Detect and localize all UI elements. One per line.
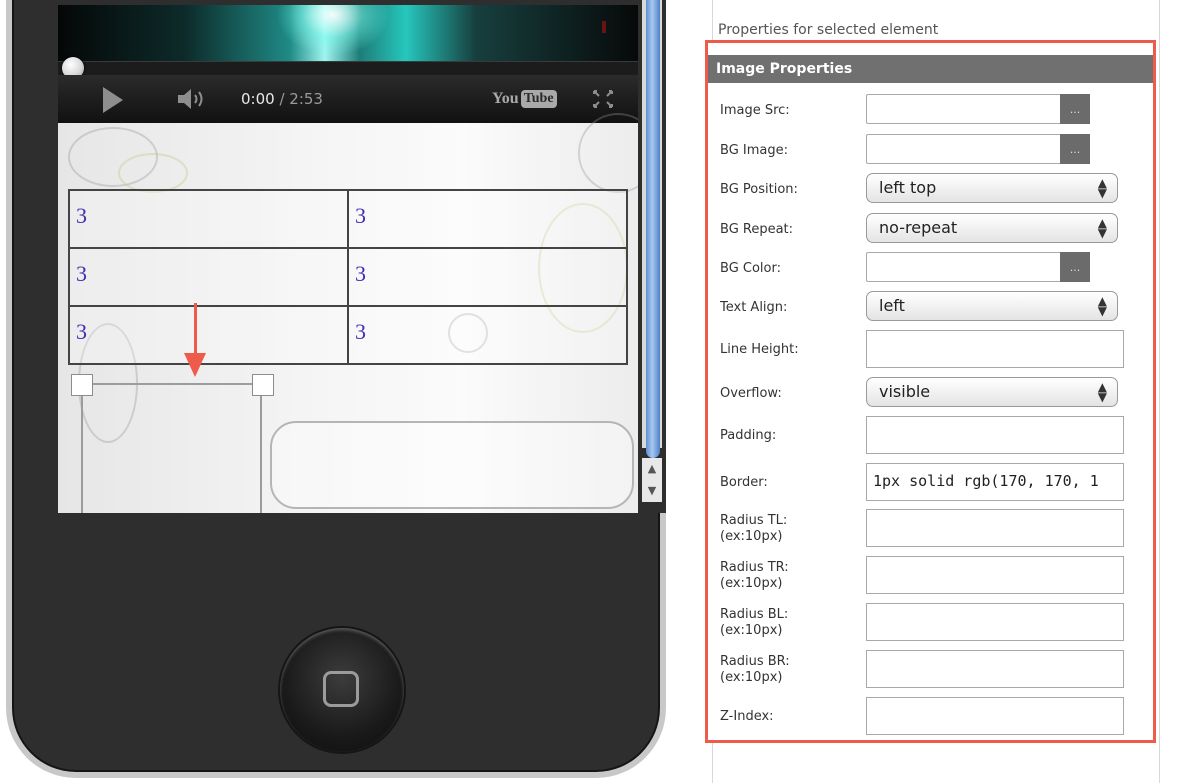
- content-table[interactable]: 3 3 3 3 3 3: [68, 189, 628, 365]
- radius-tr-input[interactable]: [866, 556, 1124, 594]
- prop-label: Radius BR: (ex:10px): [720, 654, 790, 686]
- resize-handle-top-right[interactable]: [252, 374, 274, 396]
- image-src-browse-button[interactable]: ...: [1060, 94, 1090, 124]
- table-cell[interactable]: 3: [347, 247, 628, 307]
- bg-image-input[interactable]: ...: [866, 134, 1090, 164]
- prop-label: Overflow:: [720, 386, 782, 401]
- down-arrow-icon: [194, 303, 197, 359]
- select-updown-icon: ▲ ▼: [1097, 176, 1107, 200]
- prop-label-hint: (ex:10px): [720, 670, 783, 685]
- prop-label-text: Radius BR:: [720, 654, 790, 669]
- table-row: 3 3: [68, 305, 628, 365]
- video-player[interactable]: 0:00 / 2:53 You Tube: [58, 5, 638, 123]
- bg-color-browse-button[interactable]: ...: [1060, 252, 1090, 282]
- prop-label: BG Color:: [720, 261, 781, 276]
- prop-label: Padding:: [720, 428, 777, 443]
- text-align-select[interactable]: left ▲ ▼: [866, 291, 1118, 321]
- down-arrow-head-icon: [184, 353, 206, 377]
- play-icon[interactable]: [103, 87, 123, 113]
- video-controls: 0:00 / 2:53 You Tube: [58, 75, 638, 123]
- image-src-input[interactable]: ...: [866, 94, 1090, 124]
- prop-label: BG Repeat:: [720, 222, 794, 237]
- border-input[interactable]: 1px solid rgb(170, 170, 1: [866, 463, 1124, 501]
- decor-swirl: [118, 153, 188, 193]
- video-time: 0:00 / 2:53: [241, 90, 323, 108]
- video-time-current: 0:00: [241, 90, 275, 108]
- prop-label: Z-Index:: [720, 709, 774, 724]
- prop-label: BG Image:: [720, 143, 788, 158]
- editor-stage: 0:00 / 2:53 You Tube 3 3 3 3 3 3 ▲ ▼ Pro…: [0, 0, 1182, 783]
- volume-icon[interactable]: [176, 87, 210, 111]
- video-scrub-bar[interactable]: [58, 57, 638, 79]
- youtube-logo-tube: Tube: [520, 90, 557, 108]
- page-canvas[interactable]: 3 3 3 3 3 3: [58, 113, 638, 513]
- radius-tl-input[interactable]: [866, 509, 1124, 547]
- bg-image-browse-button[interactable]: ...: [1060, 134, 1090, 164]
- prop-label-hint: (ex:10px): [720, 623, 783, 638]
- prop-label-hint: (ex:10px): [720, 529, 783, 544]
- prop-label: BG Position:: [720, 182, 798, 197]
- text-align-value: left: [879, 296, 905, 315]
- select-updown-icon: ▲ ▼: [1097, 216, 1107, 240]
- scroll-up-arrow-icon[interactable]: ▲: [642, 458, 662, 480]
- prop-label: Image Src:: [720, 103, 790, 118]
- scrollbar-thumb[interactable]: [646, 0, 660, 458]
- bg-color-input[interactable]: ...: [866, 252, 1090, 282]
- rounded-button-element[interactable]: [270, 421, 634, 509]
- bg-position-select[interactable]: left top ▲ ▼: [866, 173, 1118, 203]
- resize-handle-top-left[interactable]: [71, 374, 93, 396]
- home-square-icon: [323, 671, 359, 707]
- video-red-mark: [602, 21, 606, 33]
- table-row: 3 3: [68, 189, 628, 249]
- phone-screen: 0:00 / 2:53 You Tube 3 3 3 3 3 3: [58, 5, 638, 513]
- table-cell[interactable]: 3: [68, 189, 349, 249]
- prop-label: Radius TL: (ex:10px): [720, 513, 787, 545]
- radius-bl-input[interactable]: [866, 603, 1124, 641]
- table-cell[interactable]: 3: [347, 305, 628, 365]
- home-button-icon[interactable]: [280, 628, 404, 752]
- prop-label: Radius TR: (ex:10px): [720, 560, 789, 592]
- video-light-glow: [278, 5, 388, 55]
- fullscreen-icon[interactable]: [592, 89, 614, 109]
- selected-image-element[interactable]: [81, 383, 262, 513]
- radius-br-input[interactable]: [866, 650, 1124, 688]
- scroll-down-arrow-icon[interactable]: ▼: [642, 480, 662, 502]
- phone-frame: 0:00 / 2:53 You Tube 3 3 3 3 3 3 ▲ ▼: [6, 0, 666, 778]
- table-cell[interactable]: 3: [68, 247, 349, 307]
- z-index-input[interactable]: [866, 697, 1124, 735]
- panel-caption: Properties for selected element: [718, 22, 939, 38]
- overflow-value: visible: [879, 382, 931, 401]
- table-cell[interactable]: 3: [347, 189, 628, 249]
- screen-scrollbar[interactable]: ▲ ▼: [638, 0, 666, 513]
- image-properties-header: Image Properties: [708, 55, 1153, 83]
- prop-label: Line Height:: [720, 342, 799, 357]
- prop-label: Text Align:: [720, 300, 788, 315]
- prop-label-text: Radius TL:: [720, 513, 788, 528]
- select-updown-icon: ▲ ▼: [1097, 294, 1107, 318]
- bg-position-value: left top: [879, 178, 937, 197]
- image-properties-box: Image Properties Image Src: ... BG Image…: [705, 40, 1156, 743]
- overflow-select[interactable]: visible ▲ ▼: [866, 377, 1118, 407]
- select-updown-icon: ▲ ▼: [1097, 380, 1107, 404]
- padding-input[interactable]: [866, 416, 1124, 454]
- prop-label-hint: (ex:10px): [720, 576, 783, 591]
- prop-label: Radius BL: (ex:10px): [720, 607, 788, 639]
- video-time-total: 2:53: [289, 90, 323, 108]
- video-frame[interactable]: [58, 5, 638, 61]
- video-time-separator: /: [274, 90, 290, 108]
- decor-swirl: [578, 113, 638, 193]
- prop-label-text: Radius BL:: [720, 607, 789, 622]
- prop-label: Border:: [720, 475, 768, 490]
- youtube-logo-you: You: [492, 90, 519, 107]
- prop-label-text: Radius TR:: [720, 560, 789, 575]
- bg-repeat-select[interactable]: no-repeat ▲ ▼: [866, 213, 1118, 243]
- table-row: 3 3: [68, 247, 628, 307]
- line-height-input[interactable]: [866, 330, 1124, 368]
- table-cell[interactable]: 3: [68, 305, 349, 365]
- youtube-logo[interactable]: You Tube: [492, 88, 557, 110]
- bg-repeat-value: no-repeat: [879, 218, 958, 237]
